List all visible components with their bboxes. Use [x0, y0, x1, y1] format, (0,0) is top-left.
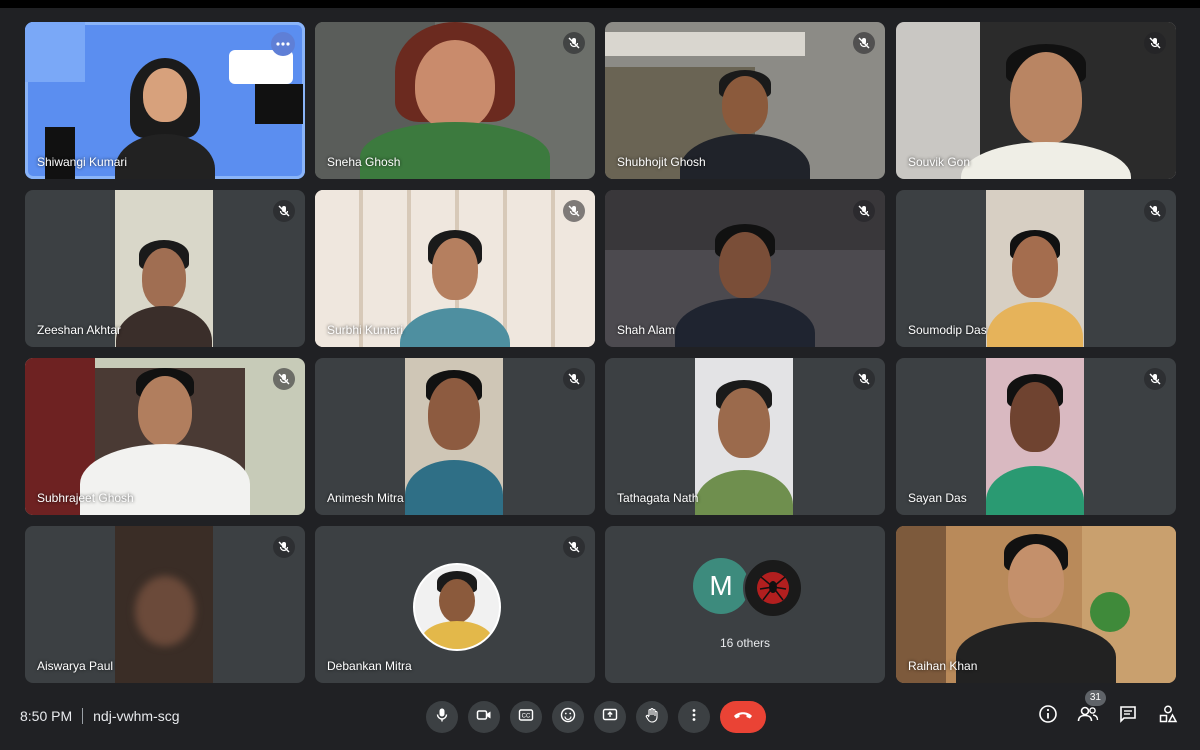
captions-button[interactable]: CC	[510, 701, 542, 733]
raise-hand-button[interactable]	[636, 701, 668, 733]
muted-mic-icon	[563, 32, 585, 54]
participant-tile[interactable]: Animesh Mitra	[315, 358, 595, 515]
participant-tile[interactable]: Souvik Gon	[896, 22, 1176, 179]
participant-tile[interactable]: Subhrajeet Ghosh	[25, 358, 305, 515]
more-options-button[interactable]	[678, 701, 710, 733]
people-button[interactable]: 31	[1076, 690, 1106, 729]
mic-icon	[434, 707, 450, 728]
participant-tile[interactable]: Zeeshan Akhtar	[25, 190, 305, 347]
more-options-icon[interactable]	[271, 32, 295, 56]
muted-mic-icon	[1144, 200, 1166, 222]
mic-button[interactable]	[426, 701, 458, 733]
participant-tile[interactable]: Raihan Khan	[896, 526, 1176, 683]
meeting-time: 8:50 PM	[20, 708, 73, 724]
muted-mic-icon	[1144, 32, 1166, 54]
muted-mic-icon	[1144, 368, 1166, 390]
participant-tile[interactable]: Shubhojit Ghosh	[605, 22, 885, 179]
participant-name: Surbhi Kumari	[327, 323, 404, 337]
people-count-badge: 31	[1084, 690, 1106, 706]
participant-grid: Shiwangi Kumari Sneha Ghosh Shubhojit Gh…	[0, 0, 1200, 690]
muted-mic-icon	[273, 200, 295, 222]
muted-mic-icon	[273, 536, 295, 558]
participant-tile[interactable]: Shah Alam	[605, 190, 885, 347]
participant-avatar: M	[693, 558, 749, 614]
call-controls: CC	[426, 701, 766, 733]
camera-button[interactable]	[468, 701, 500, 733]
participant-tile[interactable]: Debankan Mitra	[315, 526, 595, 683]
present-button[interactable]	[594, 701, 626, 733]
participant-name: Sneha Ghosh	[327, 155, 401, 169]
participant-name: Shubhojit Ghosh	[617, 155, 706, 169]
participant-video	[986, 358, 1084, 515]
meeting-info-button[interactable]	[1036, 704, 1060, 728]
svg-text:CC: CC	[522, 713, 531, 719]
participant-name: Zeeshan Akhtar	[37, 323, 122, 337]
muted-mic-icon	[563, 368, 585, 390]
side-controls: 31	[1036, 690, 1180, 729]
raise-hand-icon	[644, 707, 660, 728]
muted-mic-icon	[853, 368, 875, 390]
emoji-icon	[560, 707, 576, 728]
muted-mic-icon	[563, 536, 585, 558]
muted-mic-icon	[853, 200, 875, 222]
participant-tile[interactable]: Tathagata Nath	[605, 358, 885, 515]
participant-name: Animesh Mitra	[327, 491, 404, 505]
participant-tile[interactable]: Sayan Das	[896, 358, 1176, 515]
activities-icon	[1158, 704, 1178, 729]
participant-name: Subhrajeet Ghosh	[37, 491, 134, 505]
meeting-code: ndj-vwhm-scg	[93, 708, 180, 724]
others-avatars: M	[693, 558, 803, 618]
participant-name: Sayan Das	[908, 491, 967, 505]
participant-name: Shah Alam	[617, 323, 676, 337]
participant-video	[986, 190, 1084, 347]
camera-icon	[476, 707, 492, 728]
participant-tile[interactable]: Aiswarya Paul	[25, 526, 305, 683]
participant-tile[interactable]: Surbhi Kumari	[315, 190, 595, 347]
people-icon	[1077, 704, 1099, 729]
end-call-button[interactable]	[720, 701, 766, 733]
captions-icon: CC	[518, 707, 534, 728]
muted-mic-icon	[563, 200, 585, 222]
participant-name: Debankan Mitra	[327, 659, 412, 673]
participant-name: Tathagata Nath	[617, 491, 699, 505]
participant-name: Soumodip Das	[908, 323, 987, 337]
participant-tile[interactable]: Sneha Ghosh	[315, 22, 595, 179]
chat-button[interactable]	[1116, 704, 1140, 728]
participant-name: Shiwangi Kumari	[37, 155, 128, 169]
others-count-label: 16 others	[719, 636, 771, 650]
bottom-control-bar: 8:50 PM ndj-vwhm-scg CC 31	[0, 690, 1200, 750]
participant-avatar	[413, 563, 501, 651]
participant-video	[115, 190, 213, 347]
spider-avatar-icon	[743, 558, 803, 618]
participant-tile[interactable]: Shiwangi Kumari	[25, 22, 305, 179]
chat-icon	[1118, 704, 1138, 729]
more-options-icon	[686, 707, 702, 728]
divider	[82, 708, 84, 724]
others-tile[interactable]: M 16 others	[605, 526, 885, 683]
meeting-details: 8:50 PM ndj-vwhm-scg	[20, 708, 180, 724]
participant-video	[405, 358, 503, 515]
info-icon	[1038, 704, 1058, 729]
participant-name: Aiswarya Paul	[37, 659, 114, 673]
activities-button[interactable]	[1156, 704, 1180, 728]
muted-mic-icon	[273, 368, 295, 390]
participant-name: Raihan Khan	[908, 659, 978, 673]
participant-name: Souvik Gon	[908, 155, 971, 169]
muted-mic-icon	[853, 32, 875, 54]
present-screen-icon	[602, 707, 618, 728]
participant-video	[115, 526, 213, 683]
participant-tile[interactable]: Soumodip Das	[896, 190, 1176, 347]
participant-video	[695, 358, 793, 515]
reactions-button[interactable]	[552, 701, 584, 733]
end-call-icon	[733, 708, 753, 726]
